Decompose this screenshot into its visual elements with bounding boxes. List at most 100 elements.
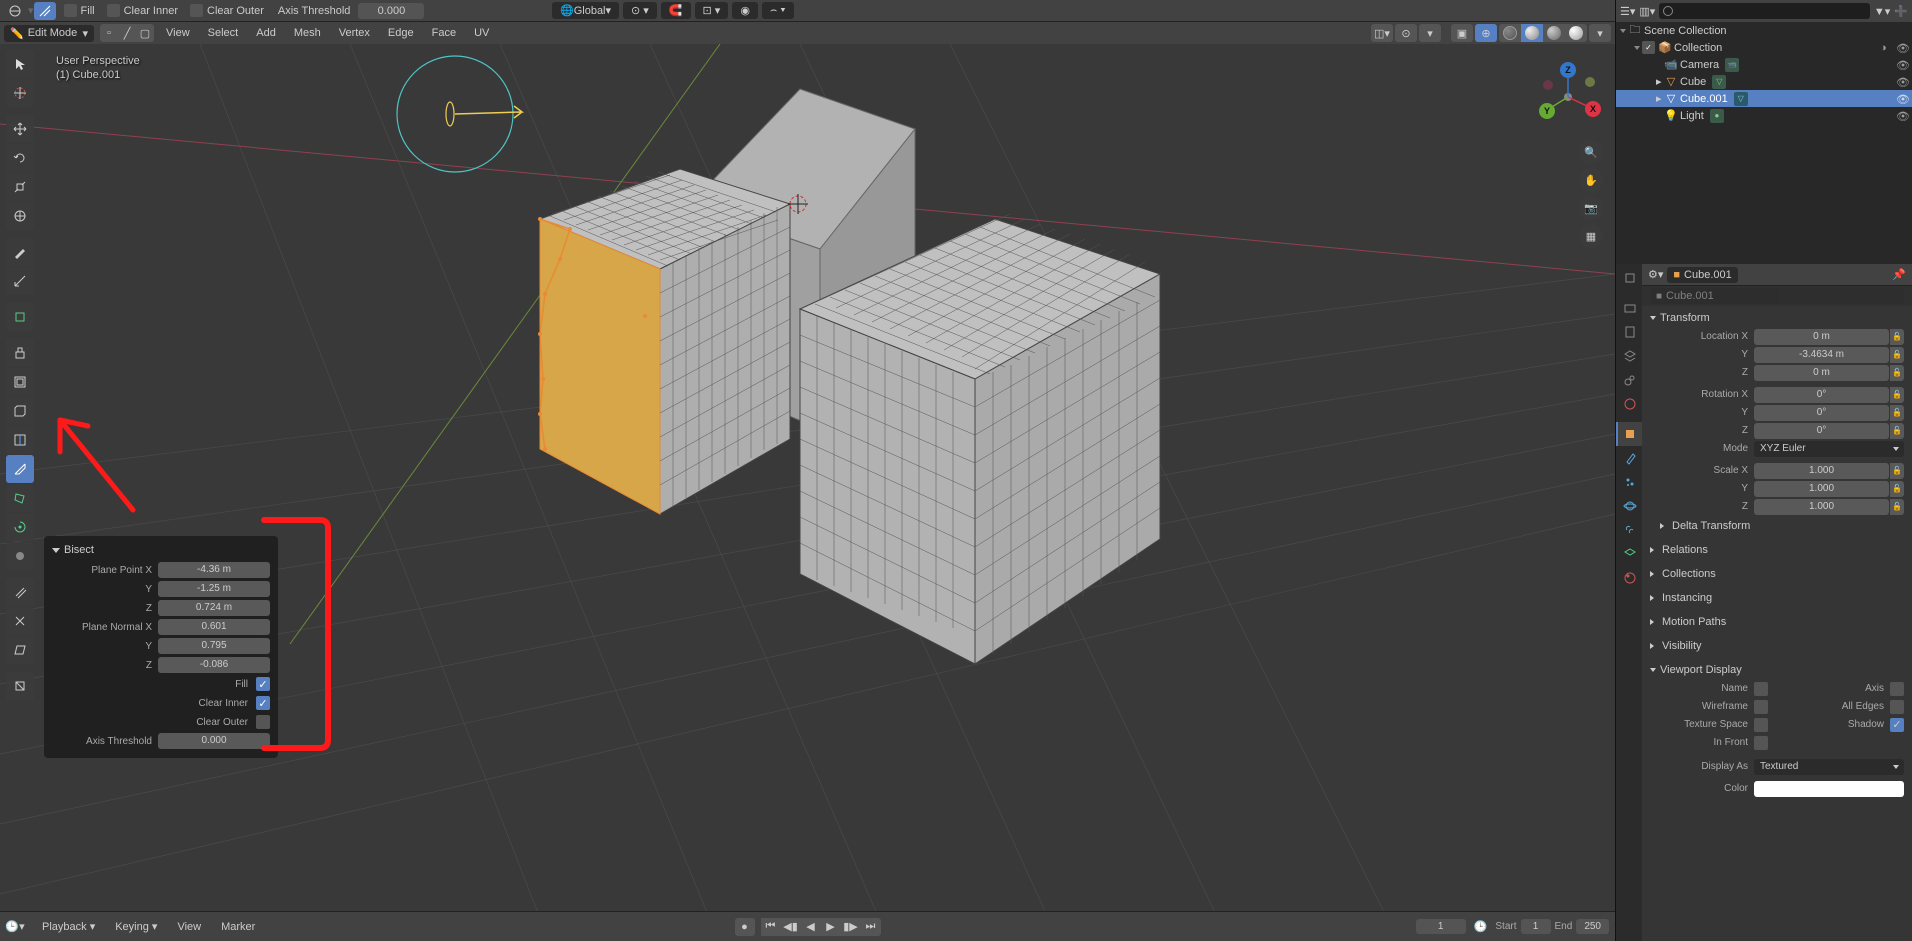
loc-x-field[interactable]: 0 m: [1754, 329, 1889, 345]
tool-bevel[interactable]: [6, 397, 34, 425]
autokey-toggle[interactable]: ●: [735, 918, 755, 936]
plane-normal-y-field[interactable]: 0.795: [158, 638, 270, 654]
op-clear-inner-checkbox[interactable]: ✓: [256, 696, 270, 710]
outliner-item-cube001[interactable]: ▸▽Cube.001▽👁: [1616, 90, 1912, 107]
orientation-dropdown[interactable]: 🌐 Global ▾: [552, 2, 619, 19]
tab-output[interactable]: [1616, 320, 1642, 344]
axis-neg-y[interactable]: [1585, 77, 1595, 87]
tab-scene[interactable]: [1616, 368, 1642, 392]
camera-icon[interactable]: 📷: [1579, 196, 1603, 220]
pivot-dropdown[interactable]: ⊙ ▾: [623, 2, 657, 19]
sec-instancing[interactable]: Instancing: [1650, 588, 1904, 608]
tool-poly-build[interactable]: [6, 484, 34, 512]
menu-uv[interactable]: UV: [468, 25, 495, 41]
lock-icon[interactable]: 🔓: [1890, 387, 1904, 403]
tab-object[interactable]: [1616, 422, 1642, 446]
axis-gizmo[interactable]: X Z Y: [1533, 62, 1603, 132]
shading-dropdown[interactable]: ▾: [1589, 24, 1611, 42]
tab-view-layer[interactable]: [1616, 344, 1642, 368]
axis-y[interactable]: Y: [1539, 103, 1555, 119]
tab-physics[interactable]: [1616, 494, 1642, 518]
axis-neg-x[interactable]: [1543, 80, 1553, 90]
jump-start[interactable]: ⏮: [761, 918, 781, 936]
snap-dropdown[interactable]: ⊡ ▾: [695, 2, 729, 19]
clock-icon[interactable]: 🕒: [1474, 920, 1488, 933]
plane-normal-x-field[interactable]: 0.601: [158, 619, 270, 635]
tab-constraints[interactable]: [1616, 518, 1642, 542]
start-frame[interactable]: 1: [1521, 919, 1551, 934]
rotation-mode-dropdown[interactable]: XYZ Euler: [1754, 441, 1904, 457]
viewport-overlays-dropdown[interactable]: ▾: [1419, 24, 1441, 42]
outliner-search[interactable]: [1659, 3, 1870, 19]
snap-toggle[interactable]: 🧲: [661, 2, 691, 19]
timeline-keying[interactable]: Keying ▾: [109, 918, 163, 935]
timeline-marker[interactable]: Marker: [215, 919, 261, 935]
timeline-view[interactable]: View: [171, 919, 207, 935]
jump-next-key[interactable]: ▮▶: [841, 918, 861, 936]
breadcrumb[interactable]: ■ Cube.001: [1667, 267, 1737, 283]
bisect-tool-icon[interactable]: [34, 2, 56, 20]
ortho-icon[interactable]: ▦: [1579, 224, 1603, 248]
zoom-icon[interactable]: 🔍: [1579, 140, 1603, 164]
tool-transform[interactable]: [6, 202, 34, 230]
plane-point-z-field[interactable]: 0.724 m: [158, 600, 270, 616]
tool-rip[interactable]: [6, 672, 34, 700]
show-gizmo-toggle[interactable]: ⊕: [1475, 24, 1497, 42]
tool-add-cube[interactable]: [6, 303, 34, 331]
filter-icon[interactable]: ▼▾: [1874, 5, 1890, 18]
select-mode-vertex[interactable]: ▫: [100, 24, 118, 42]
tool-edge-slide[interactable]: [6, 578, 34, 606]
shading-rendered[interactable]: [1565, 24, 1587, 42]
menu-add[interactable]: Add: [250, 25, 282, 41]
menu-edge[interactable]: Edge: [382, 25, 420, 41]
menu-mesh[interactable]: Mesh: [288, 25, 327, 41]
lock-icon[interactable]: 🔓: [1890, 329, 1904, 345]
name-checkbox[interactable]: [1754, 682, 1768, 696]
viewport-3d[interactable]: User Perspective (1) Cube.001: [0, 44, 1615, 911]
xray-toggle[interactable]: ▣: [1451, 24, 1473, 42]
shading-solid[interactable]: [1521, 24, 1543, 42]
proportional-toggle[interactable]: ◉: [732, 2, 758, 19]
scale-y-field[interactable]: 1.000: [1754, 481, 1889, 497]
sec-motion[interactable]: Motion Paths: [1650, 612, 1904, 632]
loc-z-field[interactable]: 0 m: [1754, 365, 1889, 381]
viewport-overlays-toggle[interactable]: ⊙: [1395, 24, 1417, 42]
fill-checkbox[interactable]: Fill: [64, 4, 95, 17]
select-mode-edge[interactable]: ╱: [118, 24, 136, 42]
pin-icon[interactable]: 📌: [1892, 268, 1906, 281]
tool-smooth[interactable]: [6, 542, 34, 570]
sec-collections[interactable]: Collections: [1650, 564, 1904, 584]
outliner-item-cube[interactable]: ▸▽Cube▽👁: [1616, 73, 1912, 90]
display-mode-icon[interactable]: ▥▾: [1639, 5, 1655, 18]
tool-annotate[interactable]: [6, 238, 34, 266]
tab-render[interactable]: [1616, 296, 1642, 320]
scene-collection-row[interactable]: 🗀Scene Collection: [1616, 22, 1912, 39]
plane-point-x-field[interactable]: -4.36 m: [158, 562, 270, 578]
tab-tool[interactable]: [1616, 266, 1642, 290]
rot-z-field[interactable]: 0°: [1754, 423, 1889, 439]
tool-rotate[interactable]: [6, 144, 34, 172]
sec-delta[interactable]: Delta Transform: [1650, 516, 1904, 536]
mesh-display-toggle[interactable]: ◫▾: [1371, 24, 1393, 42]
rot-y-field[interactable]: 0°: [1754, 405, 1889, 421]
tool-measure[interactable]: [6, 267, 34, 295]
menu-vertex[interactable]: Vertex: [333, 25, 376, 41]
tab-data[interactable]: [1616, 542, 1642, 566]
menu-face[interactable]: Face: [426, 25, 462, 41]
select-mode-face[interactable]: ▢: [136, 24, 154, 42]
pan-icon[interactable]: ✋: [1579, 168, 1603, 192]
shading-wireframe[interactable]: [1499, 24, 1521, 42]
play-reverse[interactable]: ◀: [801, 918, 821, 936]
shadow-checkbox[interactable]: ✓: [1890, 718, 1904, 732]
tool-bisect[interactable]: [6, 455, 34, 483]
lock-icon[interactable]: 🔓: [1890, 347, 1904, 363]
axis-x[interactable]: X: [1585, 101, 1601, 117]
rot-x-field[interactable]: 0°: [1754, 387, 1889, 403]
menu-select[interactable]: Select: [202, 25, 245, 41]
plane-point-y-field[interactable]: -1.25 m: [158, 581, 270, 597]
lock-icon[interactable]: 🔓: [1890, 405, 1904, 421]
op-clear-outer-checkbox[interactable]: [256, 715, 270, 729]
sec-relations[interactable]: Relations: [1650, 540, 1904, 560]
menu-view[interactable]: View: [160, 25, 196, 41]
new-collection-icon[interactable]: ➕: [1894, 5, 1908, 18]
